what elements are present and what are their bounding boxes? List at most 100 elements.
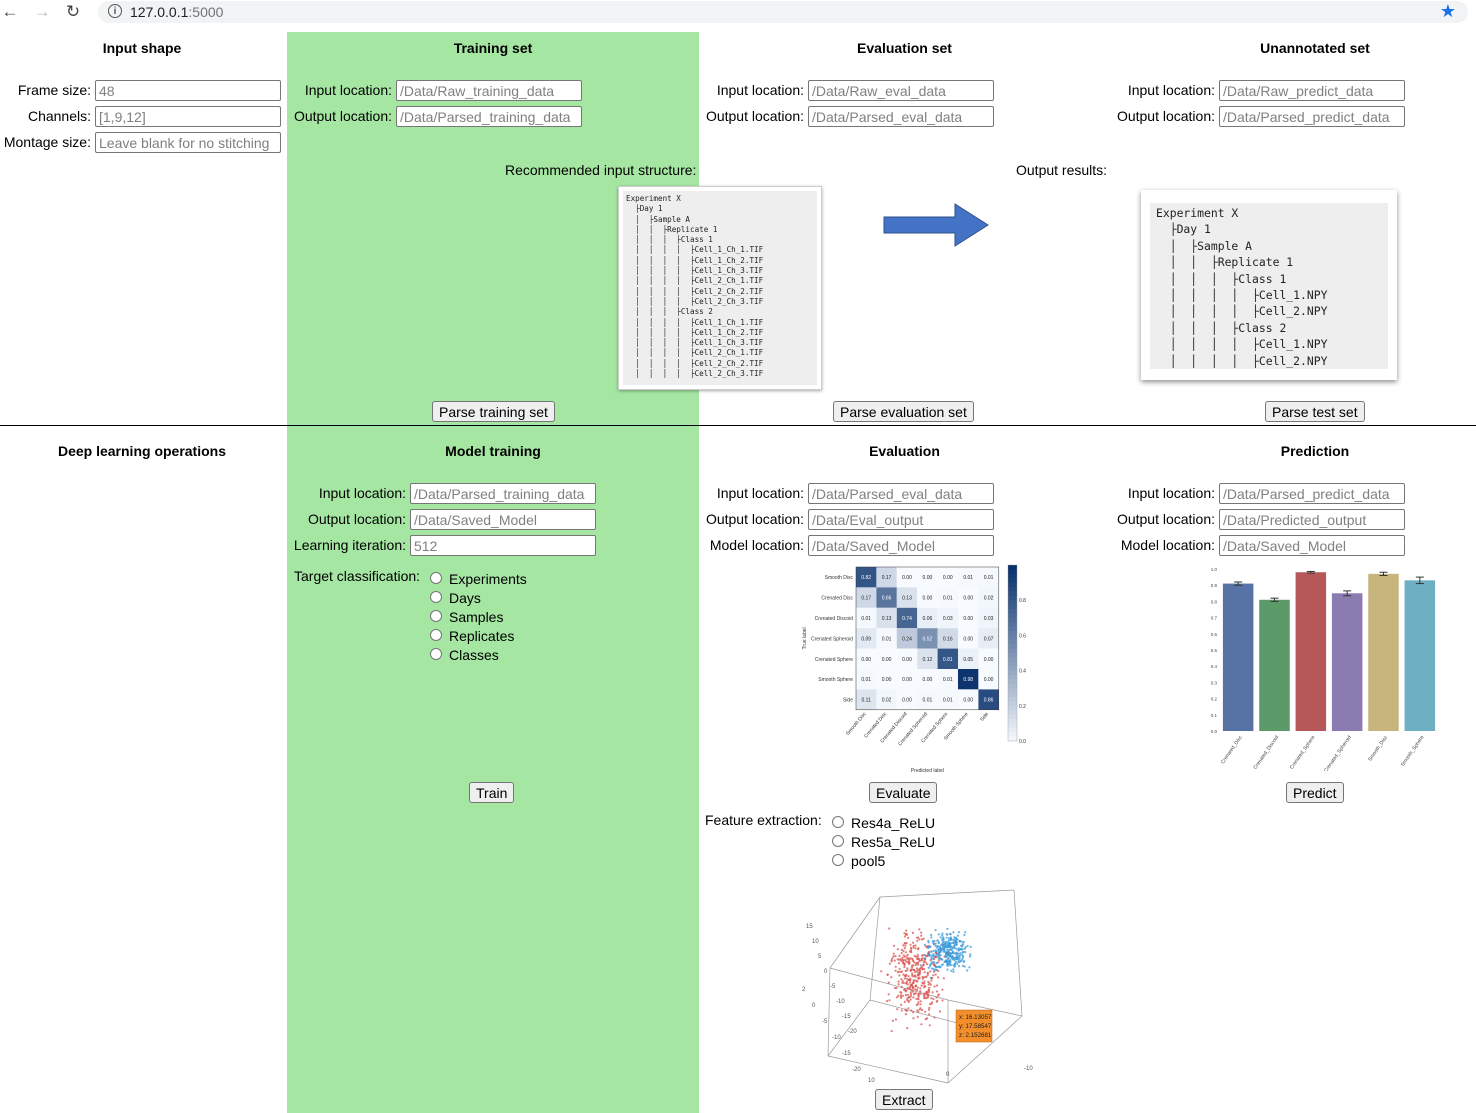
radio-pool5[interactable] [832,854,844,866]
address-bar[interactable]: i 127.0.0.1:5000 ★ [98,1,1468,23]
scatter-point [962,955,965,958]
feature-extraction-label: Feature extraction: [705,812,822,828]
scatter-point [909,981,912,984]
extract-button[interactable]: Extract [875,1089,933,1110]
predict-model-field[interactable] [1219,535,1405,556]
scatter-point [927,1008,931,1011]
cm-row-label: Crenated Sphere [815,657,853,663]
reload-icon[interactable]: ↻ [63,2,83,22]
eval-model-field[interactable] [808,535,994,556]
bar-x-tick-label: Crenated_Disc [1220,734,1244,765]
train-output-field[interactable] [410,509,596,530]
radio-samples[interactable] [430,610,442,622]
parse-training-button[interactable]: Parse training set [432,401,555,422]
scatter-point [912,969,916,972]
scatter-point [904,974,907,977]
cm-cell-value: 0.52 [923,636,933,642]
scatter-point [933,1016,936,1019]
colorbar-segment [1008,661,1017,667]
scatter-point [916,986,919,989]
scatter-point [944,955,947,958]
scatter-point [932,974,935,977]
scatter-point [949,958,952,962]
parse-evaluation-button[interactable]: Parse evaluation set [833,401,974,422]
cm-row-label: Crenated Spheroid [811,636,853,642]
eval-output-field[interactable] [808,509,994,530]
scatter-point [917,976,920,979]
channels-input[interactable] [95,106,281,127]
scatter-point [880,970,883,973]
input-shape-title: Input shape [102,40,182,56]
montage-size-input[interactable] [95,132,281,153]
scatter-point [905,942,908,945]
bar-y-tick-label: 0.5 [1211,648,1218,653]
scatter-point [941,999,944,1002]
cm-cell-value: 0.11 [862,698,872,704]
info-icon[interactable]: i [108,4,122,18]
scatter-point [938,966,941,969]
colorbar-segment [1008,578,1017,584]
colorbar-segment [1008,657,1017,663]
radio-res5a-relu[interactable] [832,835,844,847]
scatter-point [893,959,896,962]
scatter-point [950,969,953,972]
scatter-point [898,954,901,957]
scatter-point [900,970,904,973]
radio-res4a-relu[interactable] [832,816,844,828]
scatter-point [909,995,912,998]
training-output-field[interactable] [396,106,582,127]
eval-set-output-field[interactable] [808,106,994,127]
scatter-point [925,975,928,978]
scatter-point [948,963,951,966]
scatter-point [897,980,900,983]
predict-input-field[interactable] [1219,483,1405,504]
unannotated-input-field[interactable] [1219,80,1405,101]
scatter-point [903,977,906,980]
unannotated-output-field[interactable] [1219,106,1405,127]
scatter-point [961,964,965,967]
training-input-field[interactable] [396,80,582,101]
parse-test-button[interactable]: Parse test set [1265,401,1365,422]
radio-classes[interactable] [430,648,442,660]
url-text: 127.0.0.1:5000 [130,4,224,20]
input-structure-tree: Experiment X ├Day 1 │ ├Sample A │ │ ├Rep… [626,194,764,379]
scatter-point [919,990,922,993]
scatter-point [907,987,910,990]
radio-experiments[interactable] [430,572,442,584]
predict-button[interactable]: Predict [1286,782,1344,803]
browser-toolbar: ← → ↻ i 127.0.0.1:5000 ★ [0,0,1476,26]
frame-size-label: Frame size: [17,82,91,98]
bar-y-tick-label: 0.0 [1211,729,1218,734]
scatter-point [916,953,919,956]
scatter-point [904,944,907,947]
colorbar-segment [1008,697,1017,702]
cm-cell-value: 0.13 [882,616,892,622]
scatter-point [948,932,952,935]
train-button[interactable]: Train [469,782,515,803]
scatter-point [969,945,972,948]
bookmark-star-icon[interactable]: ★ [1440,1,1456,22]
colorbar-segment [1008,573,1017,579]
learning-iteration-field[interactable] [410,535,596,556]
colorbar-segment [1008,626,1017,632]
cm-cell-value: 0.00 [923,575,933,581]
scatter-point [964,950,967,954]
predict-output-field[interactable] [1219,509,1405,530]
cm-cell-value: 0.00 [963,698,973,704]
scatter-point [887,981,890,984]
scatter-point [961,957,964,960]
forward-arrow-icon[interactable]: → [32,2,52,22]
eval-input-field[interactable] [808,483,994,504]
scatter-point [952,931,955,934]
eval-set-input-field[interactable] [808,80,994,101]
scatter-point [952,970,955,973]
back-arrow-icon[interactable]: ← [0,2,20,22]
colorbar-tick-label: 0.4 [1019,669,1026,675]
radio-days[interactable] [430,591,442,603]
scatter-point [969,953,972,956]
frame-size-input[interactable] [95,80,281,101]
radio-replicates[interactable] [430,629,442,641]
evaluate-button[interactable]: Evaluate [869,782,938,803]
scatter-point [917,947,920,950]
train-input-field[interactable] [410,483,596,504]
